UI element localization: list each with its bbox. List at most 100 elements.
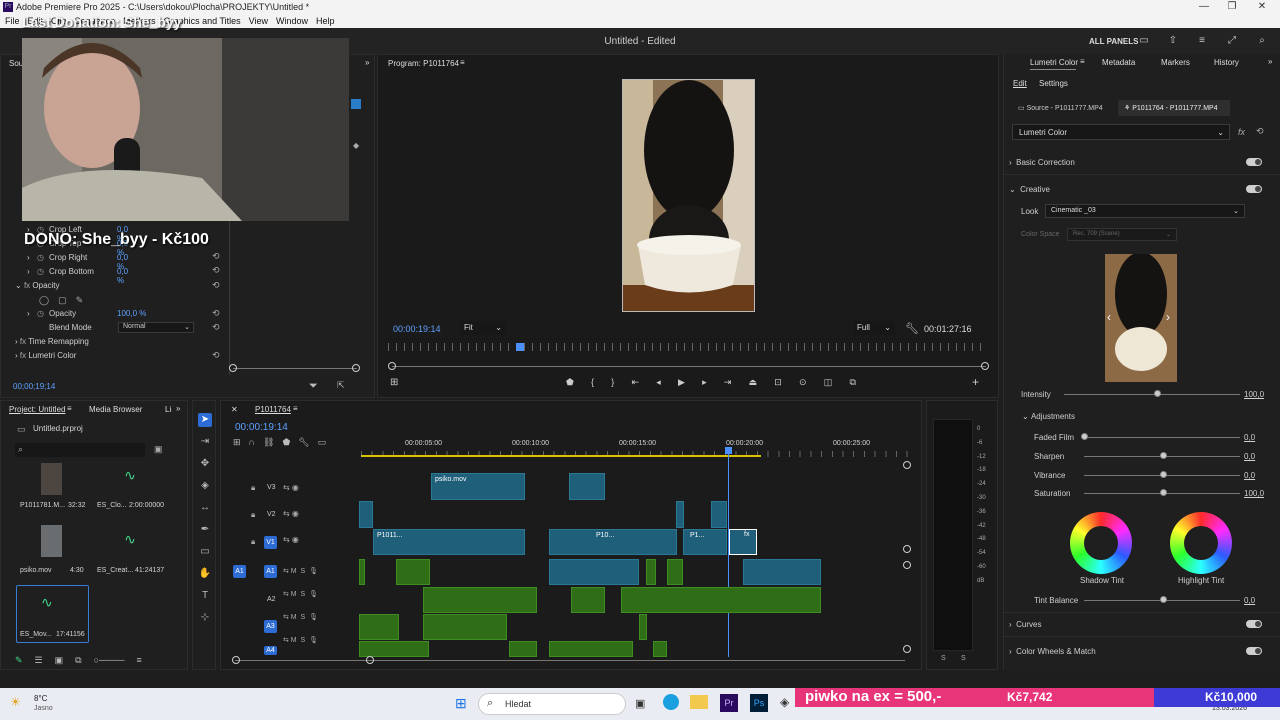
track-a3[interactable]: A3 [264, 620, 277, 633]
intensity-slider-track[interactable] [1064, 394, 1240, 395]
vertical-scroll-top[interactable] [903, 461, 911, 469]
tint-balance-knob[interactable] [1160, 596, 1167, 603]
reset-icon[interactable]: ⟲ [212, 251, 220, 262]
clip-a1-a[interactable] [359, 559, 365, 585]
reset-icon[interactable]: ⟲ [212, 265, 220, 276]
vibrance-knob[interactable] [1160, 471, 1167, 478]
intensity-slider-knob[interactable] [1154, 390, 1161, 397]
mute-solo-icon[interactable]: ⇆ M S 🎙︎ [283, 567, 318, 575]
tab-metadata[interactable]: Metadata [1102, 58, 1135, 67]
effect-select[interactable]: Lumetri Color ⌄ [1012, 124, 1230, 140]
timeline-zoom-left[interactable] [232, 656, 240, 664]
timeline-zoom-right[interactable] [366, 656, 374, 664]
clip-a4-a[interactable] [359, 641, 429, 657]
go-to-out-icon[interactable]: ⇥ [724, 377, 732, 388]
solo-left-button[interactable]: S [941, 655, 946, 662]
previous-look-icon[interactable]: ‹ [1107, 310, 1111, 324]
mark-out-icon[interactable]: } [611, 377, 614, 388]
panel-menu-icon[interactable]: ≡ [293, 404, 298, 413]
all-panels-button[interactable]: ALL PANELS [1089, 37, 1138, 46]
clip-a2-c[interactable] [621, 587, 821, 613]
reset-icon[interactable]: ⟲ [212, 350, 220, 361]
reset-icon[interactable]: ⟲ [1256, 126, 1264, 137]
source-clip-tab[interactable]: ▭ Source - P1011777.MP4 [1012, 100, 1110, 116]
intensity-value[interactable]: 100,0 [1244, 390, 1264, 399]
clip-a4-d[interactable] [653, 641, 667, 657]
app-taskbar-icon[interactable]: ◈ [780, 695, 789, 709]
lift-icon[interactable]: ⏏ [749, 377, 758, 388]
highlight-tint-wheel[interactable] [1170, 512, 1232, 574]
audio-scroll-top[interactable] [903, 561, 911, 569]
zoom-handle-right[interactable] [981, 362, 989, 370]
faded-film-knob[interactable] [1081, 433, 1088, 440]
reset-icon[interactable]: ⟲ [212, 308, 220, 319]
clip-v3-b[interactable] [569, 473, 605, 500]
clip-a4-b[interactable] [509, 641, 537, 657]
project-search-input[interactable]: ⌕ [15, 443, 145, 457]
share-icon[interactable]: ⇧ [1167, 35, 1179, 47]
sync-lock-icon[interactable]: ⇆ ◉ [283, 535, 299, 544]
menu-file[interactable]: File [5, 16, 20, 26]
stopwatch-icon[interactable]: ◷ [37, 309, 44, 318]
source-a1[interactable]: A1 [233, 565, 246, 578]
task-view-icon[interactable]: ▣ [635, 697, 645, 710]
adjustments-header[interactable]: ⌄ Adjustments [1022, 412, 1075, 421]
creative-header[interactable]: ⌄ Creative [1009, 185, 1050, 194]
selection-tool-icon[interactable]: ➤ [198, 413, 212, 427]
photoshop-taskbar-icon[interactable]: Ps [750, 694, 768, 712]
file-explorer-icon[interactable] [690, 695, 708, 709]
panel-overflow-icon[interactable]: » [176, 404, 180, 413]
filter-icon[interactable]: ⏷ [309, 380, 318, 393]
menu-help[interactable]: Help [316, 16, 335, 26]
close-button[interactable]: ✕ [1250, 0, 1274, 14]
fx-icon[interactable]: fx [1238, 127, 1245, 137]
clip-a1-c[interactable] [549, 559, 639, 585]
search-icon[interactable]: ⌕ [1256, 35, 1268, 47]
stopwatch-icon[interactable]: ◷ [37, 267, 44, 276]
zoom-slider[interactable]: ○──── [94, 655, 125, 665]
clip-v2-a[interactable] [359, 501, 373, 528]
fit-select[interactable]: Fit ⌄ [460, 321, 506, 335]
slip-tool-icon[interactable]: ↔ [198, 501, 212, 515]
nest-icon[interactable]: ⊞ [233, 437, 241, 448]
sort-icon[interactable]: ≡ [137, 655, 142, 665]
subtab-settings[interactable]: Settings [1039, 79, 1068, 88]
compare-icon[interactable]: ◫ [824, 377, 833, 388]
audio-wave-icon[interactable]: ∿ [117, 467, 143, 485]
vibrance-value[interactable]: 0,0 [1244, 471, 1255, 480]
clip-a3-a[interactable] [359, 614, 399, 640]
pen-mask-icon[interactable]: ✎ [76, 295, 84, 306]
clip-p1011-a[interactable]: P1011... [373, 529, 525, 555]
collapse-arrow-icon[interactable]: ◆ [353, 141, 359, 150]
pen-tool-icon[interactable]: ✒ [198, 523, 212, 537]
thumb-p1011781[interactable] [41, 463, 62, 495]
playhead-handle[interactable] [725, 447, 732, 454]
ec-timecode[interactable]: 00;00;19;14 [13, 382, 55, 391]
maximize-button[interactable]: ❐ [1220, 0, 1244, 14]
program-tab[interactable]: Program: P1011764 [388, 59, 459, 68]
panel-overflow-icon[interactable]: » [365, 58, 369, 67]
rectangle-tool-icon[interactable]: ▭ [198, 545, 212, 559]
clip-p1[interactable]: P1... [683, 529, 727, 555]
saturation-knob[interactable] [1160, 489, 1167, 496]
vertical-scroll-bottom[interactable] [903, 545, 911, 553]
faded-film-track[interactable] [1084, 437, 1240, 438]
lumetri-section[interactable]: › fx Lumetri Color [15, 351, 76, 360]
sharpen-value[interactable]: 0,0 [1244, 452, 1255, 461]
clip-selected[interactable]: fx [729, 529, 757, 555]
look-select[interactable]: Cinematic _03 ⌄ [1045, 204, 1245, 218]
reset-icon[interactable]: ⟲ [212, 280, 220, 291]
mute-solo-icon[interactable]: ⇆ M S 🎙︎ [283, 636, 318, 644]
audio-wave-icon[interactable]: ∿ [117, 531, 143, 549]
video-frame[interactable] [622, 79, 755, 312]
tab-libraries[interactable]: Li [165, 405, 171, 414]
clip-a2-b[interactable] [571, 587, 605, 613]
saturation-value[interactable]: 100,0 [1244, 489, 1264, 498]
panel-menu-icon[interactable]: ≡ [67, 404, 72, 413]
faded-film-value[interactable]: 0,0 [1244, 433, 1255, 442]
panel-icon[interactable]: ▭ [1138, 35, 1150, 47]
minimize-button[interactable]: — [1192, 0, 1216, 14]
clip-v2-b[interactable] [676, 501, 684, 528]
marker-icon[interactable]: ⬟ [566, 377, 574, 388]
razor-tool-icon[interactable]: ◈ [198, 479, 212, 493]
